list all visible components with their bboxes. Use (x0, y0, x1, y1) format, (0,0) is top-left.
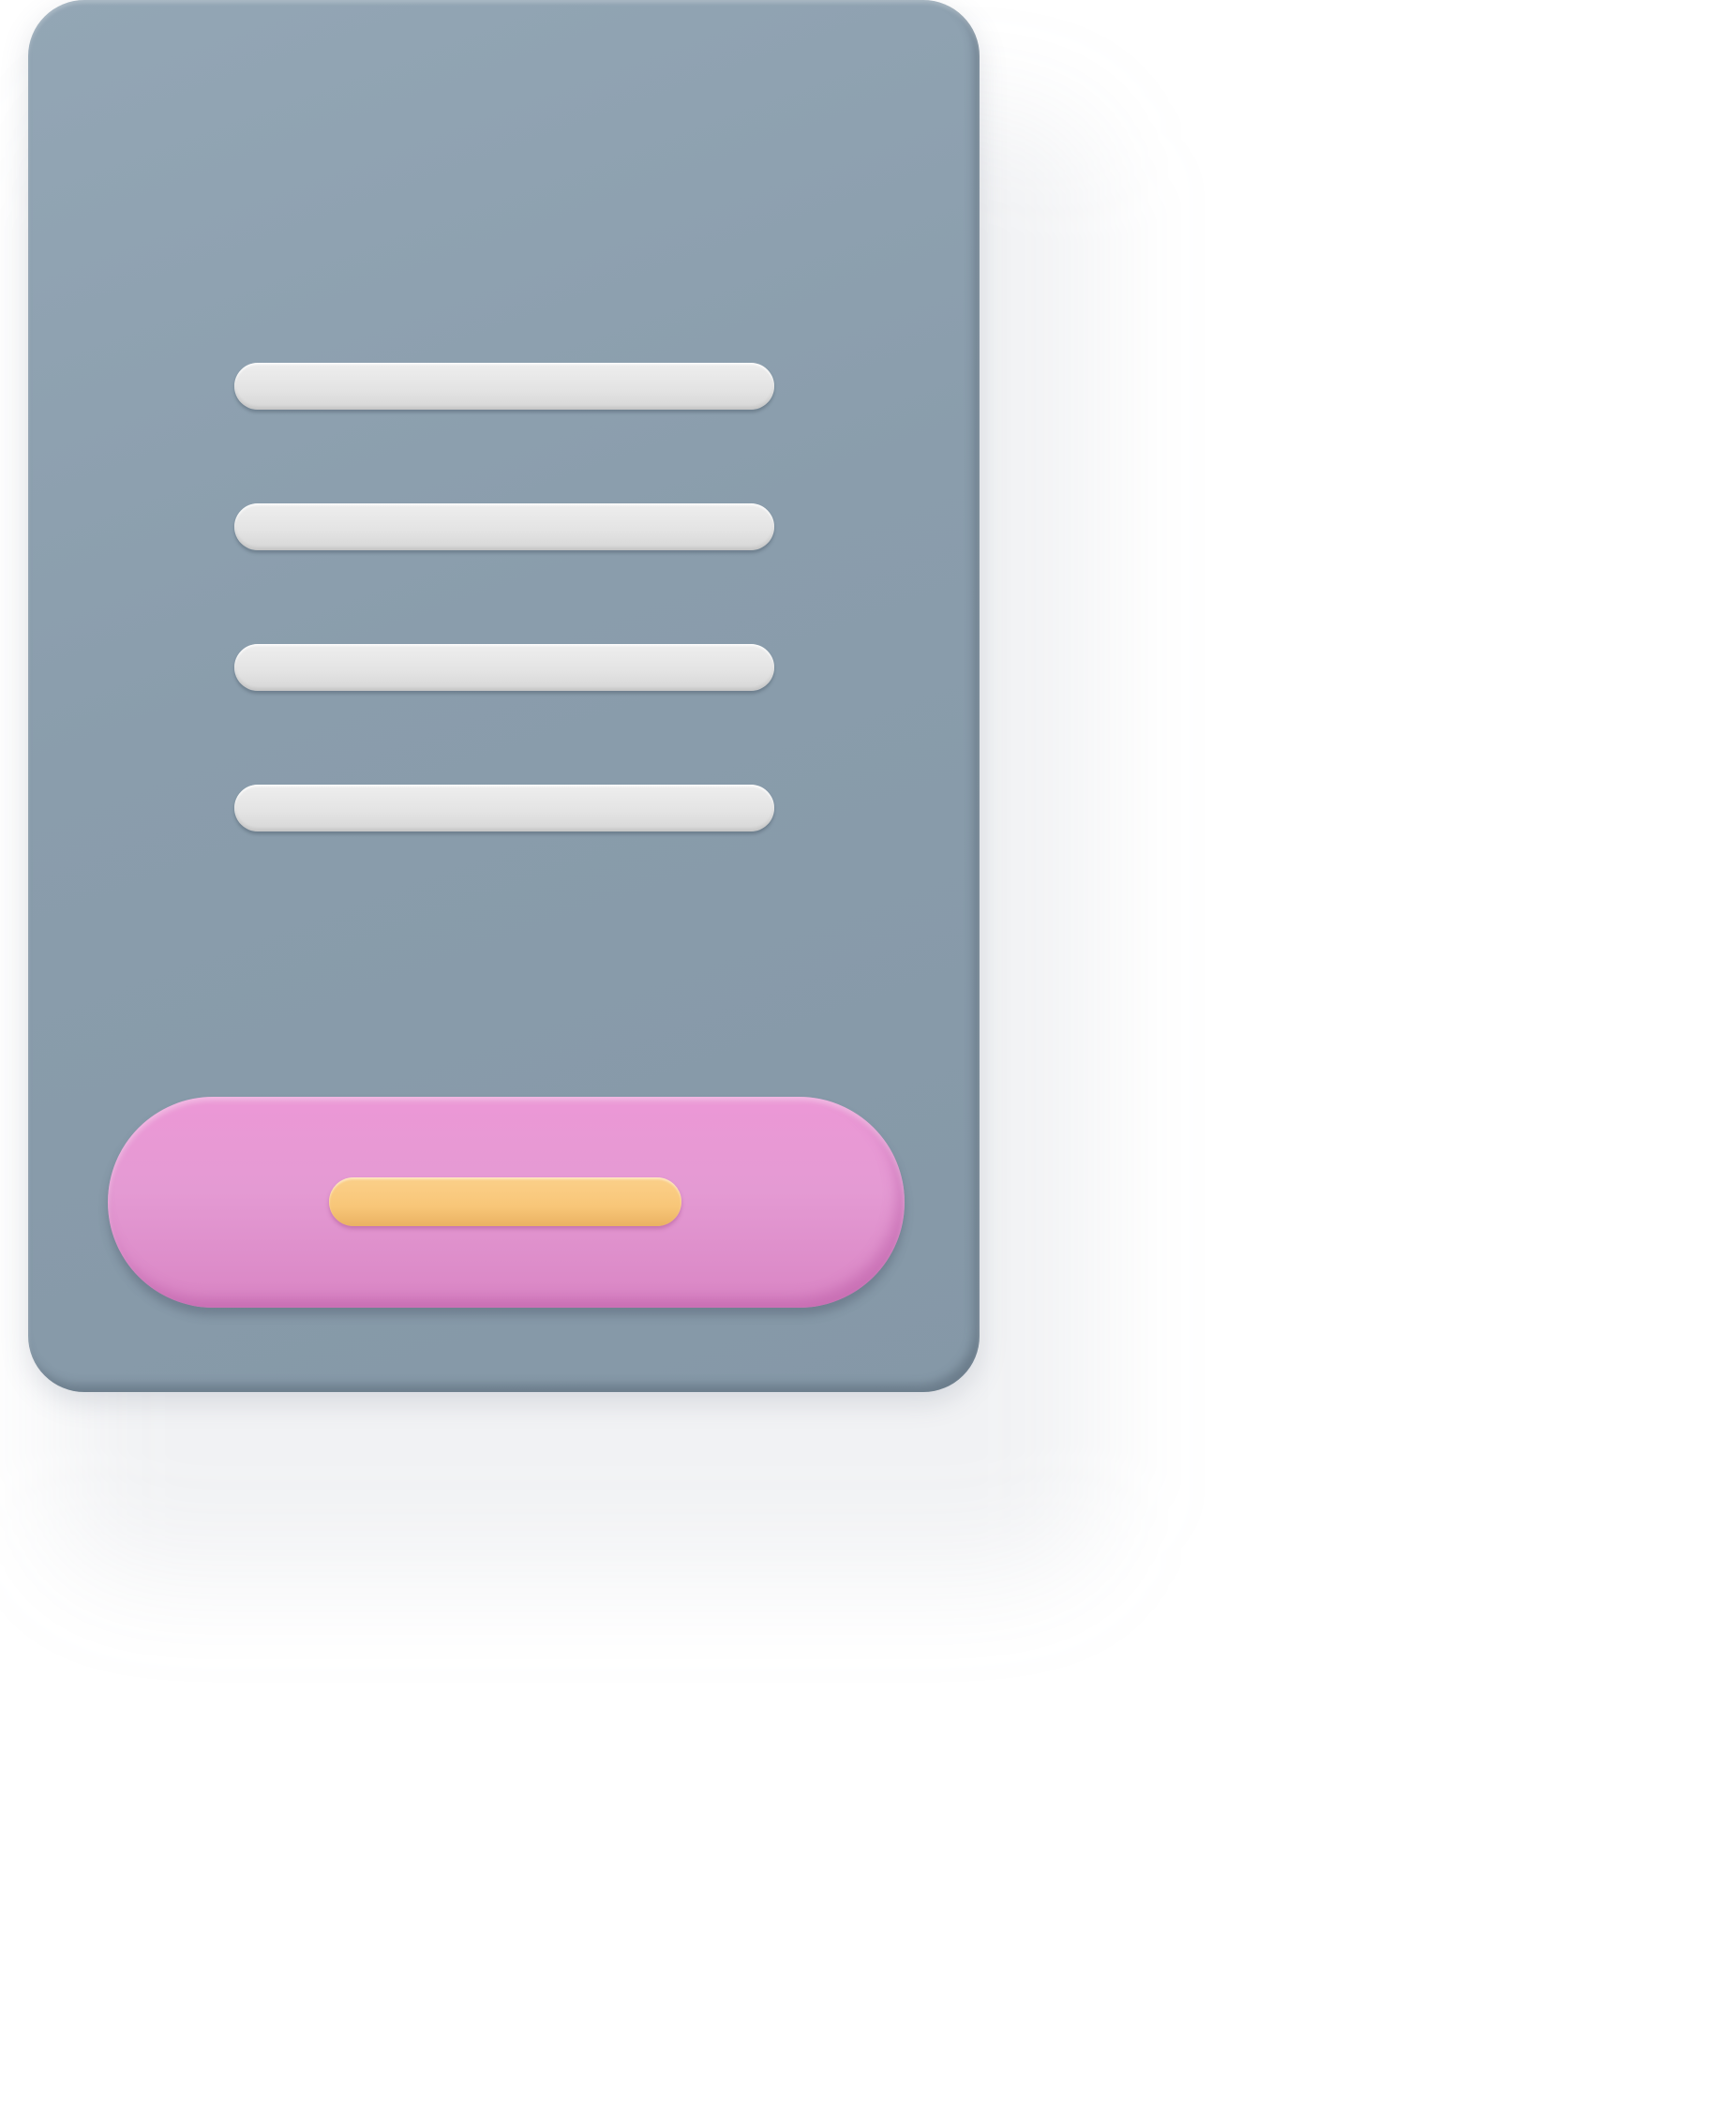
action-button[interactable] (108, 1097, 905, 1308)
button-label-placeholder (329, 1177, 681, 1226)
text-line-placeholder (234, 363, 774, 410)
text-line-placeholder (234, 644, 774, 691)
text-line-placeholder (234, 785, 774, 831)
text-line-placeholder (234, 503, 774, 550)
document-card (28, 0, 980, 1392)
